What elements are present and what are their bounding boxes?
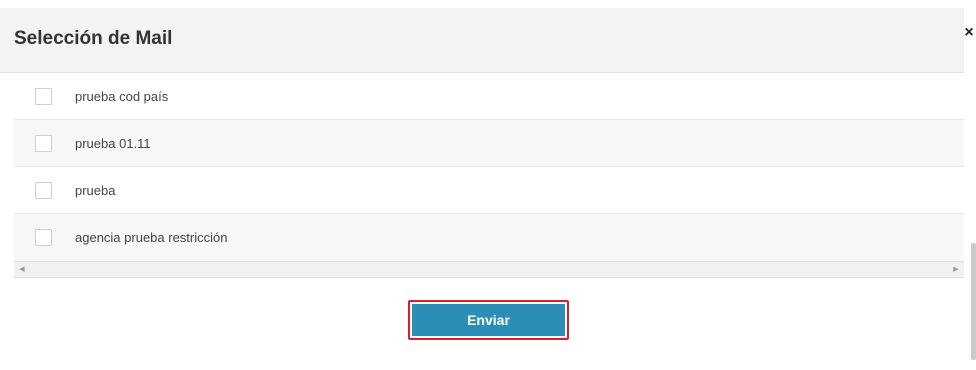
list-item[interactable]: agencia prueba restricción	[14, 214, 964, 261]
checkbox[interactable]	[35, 134, 52, 152]
list-item-label: agencia prueba restricción	[75, 230, 228, 245]
send-button-label: Enviar	[412, 304, 565, 336]
checkbox[interactable]	[35, 229, 52, 246]
list-item-label: prueba cod país	[75, 88, 169, 104]
horizontal-scrollbar[interactable]: ◀ ▶	[14, 261, 964, 278]
checkbox[interactable]	[35, 87, 52, 105]
checkbox[interactable]	[35, 181, 52, 199]
send-button[interactable]: Enviar	[408, 300, 569, 340]
vertical-scrollbar-thumb[interactable]	[971, 243, 976, 360]
close-icon[interactable]: ×	[962, 24, 976, 42]
scroll-left-icon[interactable]: ◀	[14, 262, 30, 277]
list-item[interactable]: prueba	[14, 167, 964, 214]
list-item-label: prueba 01.11	[75, 135, 151, 151]
modal-header: Selección de Mail	[0, 8, 964, 73]
mail-list: prueba cod país prueba 01.11 prueba agen…	[14, 73, 964, 261]
list-item-label: prueba	[75, 182, 116, 198]
scroll-right-icon[interactable]: ▶	[948, 262, 964, 277]
list-item[interactable]: prueba 01.11	[14, 120, 964, 167]
list-item[interactable]: prueba cod país	[14, 73, 964, 120]
modal-title: Selección de Mail	[14, 28, 173, 49]
mail-selection-modal: Selección de Mail × prueba cod país prue…	[0, 0, 976, 370]
